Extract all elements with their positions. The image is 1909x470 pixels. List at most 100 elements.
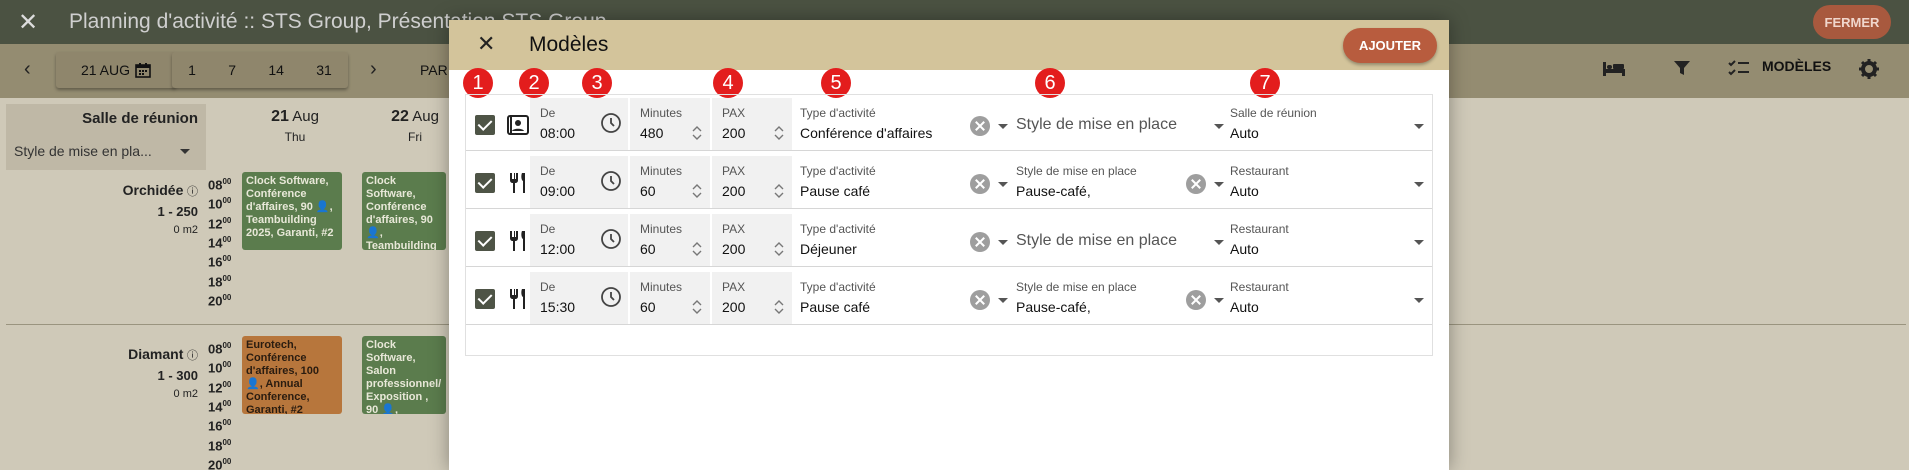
stepper-icon[interactable] [774, 124, 784, 142]
clock-icon[interactable] [600, 286, 622, 308]
setup-style-value: Pause-café, [1016, 183, 1091, 199]
style-select[interactable]: Style de mise en pla... [14, 138, 198, 164]
room-select[interactable]: Salle de réunion Auto [1230, 98, 1430, 150]
setup-style-select[interactable]: Style de mise en place [1016, 214, 1226, 266]
day-header: 22 Aug Fri [391, 108, 439, 144]
setup-style-select[interactable]: Style de mise en place Pause-café, [1016, 272, 1226, 324]
pax-value: 200 [722, 299, 746, 315]
stepper-icon[interactable] [692, 240, 702, 258]
info-icon[interactable]: ⓘ [187, 186, 198, 198]
row-checkbox[interactable] [475, 231, 495, 251]
par-label[interactable]: PAR [420, 62, 448, 78]
start-time-field[interactable]: De 15:30 [530, 272, 628, 324]
day-header: 21 Aug Thu [271, 108, 319, 144]
stepper-icon[interactable] [774, 298, 784, 316]
clear-icon[interactable] [1186, 290, 1206, 310]
room-select[interactable]: Restaurant Auto [1230, 156, 1430, 208]
event-card[interactable]: Eurotech, Conférence d'affaires, 100 👤, … [242, 336, 342, 414]
pax-value: 200 [722, 241, 746, 257]
models-dialog: ✕ Modèles AJOUTER 1 2 3 4 5 6 7 De 08:00… [449, 20, 1449, 470]
date-picker-button[interactable]: 21 AUG [56, 52, 176, 88]
prev-arrow-icon[interactable]: ‹ [24, 58, 31, 81]
setup-style-select[interactable]: Style de mise en place Pause-café, [1016, 156, 1226, 208]
dropdown-arrow-icon [1214, 240, 1224, 245]
models-button[interactable]: MODÈLES [1762, 58, 1831, 74]
bed-icon[interactable] [1602, 58, 1626, 78]
clock-icon[interactable] [600, 112, 622, 134]
room-value: Auto [1230, 241, 1259, 257]
next-arrow-icon[interactable]: › [370, 58, 377, 81]
pax-field[interactable]: PAX 200 [712, 272, 792, 324]
room-select[interactable]: Restaurant Auto [1230, 272, 1430, 324]
dropdown-arrow-icon [1414, 298, 1424, 303]
event-card[interactable]: Clock Software, Conférence d'affaires, 9… [242, 172, 342, 250]
pax-value: 200 [722, 125, 746, 141]
close-icon[interactable]: ✕ [18, 8, 38, 37]
dialog-header: ✕ Modèles AJOUTER [449, 20, 1449, 70]
pax-field[interactable]: PAX 200 [712, 214, 792, 266]
close-icon[interactable]: ✕ [477, 31, 495, 57]
activity-type-value: Pause café [800, 183, 871, 199]
start-time-field[interactable]: De 09:00 [530, 156, 628, 208]
activity-type-select[interactable]: Type d'activité Pause café [800, 156, 1010, 208]
activity-type-select[interactable]: Type d'activité Déjeuner [800, 214, 1010, 266]
event-card[interactable]: Clock Software, Conférence d'affaires, 9… [362, 172, 446, 250]
range-31[interactable]: 31 [316, 62, 332, 78]
dropdown-arrow-icon [1214, 298, 1224, 303]
pax-field[interactable]: PAX 200 [712, 156, 792, 208]
minutes-field[interactable]: Minutes 480 [630, 98, 710, 150]
minutes-value: 480 [640, 125, 664, 141]
hour-column: 0800 1000 1200 1400 1600 1800 2000 [208, 177, 232, 309]
filter-icon[interactable] [1672, 58, 1692, 78]
room-orchidee: Orchidée ⓘ 1 - 250 0 m2 [122, 182, 198, 236]
minutes-field[interactable]: Minutes 60 [630, 156, 710, 208]
checklist-icon[interactable] [1728, 58, 1750, 78]
pax-field[interactable]: PAX 200 [712, 98, 792, 150]
range-1[interactable]: 1 [188, 62, 196, 78]
activity-type-value: Conférence d'affaires [800, 125, 933, 141]
dropdown-arrow-icon [1414, 240, 1424, 245]
start-time-value: 09:00 [540, 183, 576, 199]
event-card[interactable]: Clock Software, Salon professionnel/ Exp… [362, 336, 446, 414]
clock-icon[interactable] [600, 228, 622, 250]
setup-style-value: Pause-café, [1016, 299, 1091, 315]
dropdown-arrow-icon [1214, 182, 1224, 187]
stepper-icon[interactable] [692, 182, 702, 200]
restaurant-icon [510, 289, 525, 309]
stepper-icon[interactable] [774, 182, 784, 200]
row-checkbox[interactable] [475, 115, 495, 135]
activity-type-select[interactable]: Type d'activité Pause café [800, 272, 1010, 324]
start-time-field[interactable]: De 08:00 [530, 98, 628, 150]
room-header: Salle de réunion [82, 110, 198, 127]
clear-icon[interactable] [970, 290, 990, 310]
restaurant-icon [510, 231, 525, 251]
row-checkbox[interactable] [475, 173, 495, 193]
minutes-field[interactable]: Minutes 60 [630, 272, 710, 324]
add-button[interactable]: AJOUTER [1343, 28, 1437, 63]
minutes-field[interactable]: Minutes 60 [630, 214, 710, 266]
activity-type-value: Pause café [800, 299, 871, 315]
stepper-icon[interactable] [774, 240, 784, 258]
clear-icon[interactable] [1186, 174, 1206, 194]
row-checkbox[interactable] [475, 289, 495, 309]
range-selector: 1 7 14 31 [172, 52, 348, 88]
pax-value: 200 [722, 183, 746, 199]
clear-icon[interactable] [970, 174, 990, 194]
activity-type-value: Déjeuner [800, 241, 857, 257]
clear-icon[interactable] [970, 116, 990, 136]
clear-icon[interactable] [970, 232, 990, 252]
info-icon[interactable]: ⓘ [187, 350, 198, 362]
stepper-icon[interactable] [692, 124, 702, 142]
room-select[interactable]: Restaurant Auto [1230, 214, 1430, 266]
setup-style-select[interactable]: Style de mise en place [1016, 98, 1226, 150]
range-14[interactable]: 14 [268, 62, 284, 78]
activity-type-select[interactable]: Type d'activité Conférence d'affaires [800, 98, 1010, 150]
range-7[interactable]: 7 [228, 62, 236, 78]
gear-icon[interactable] [1858, 58, 1880, 80]
clock-icon[interactable] [600, 170, 622, 192]
stepper-icon[interactable] [692, 298, 702, 316]
start-time-value: 12:00 [540, 241, 576, 257]
close-button[interactable]: FERMER [1813, 5, 1891, 39]
dropdown-arrow-icon [998, 240, 1008, 245]
start-time-field[interactable]: De 12:00 [530, 214, 628, 266]
